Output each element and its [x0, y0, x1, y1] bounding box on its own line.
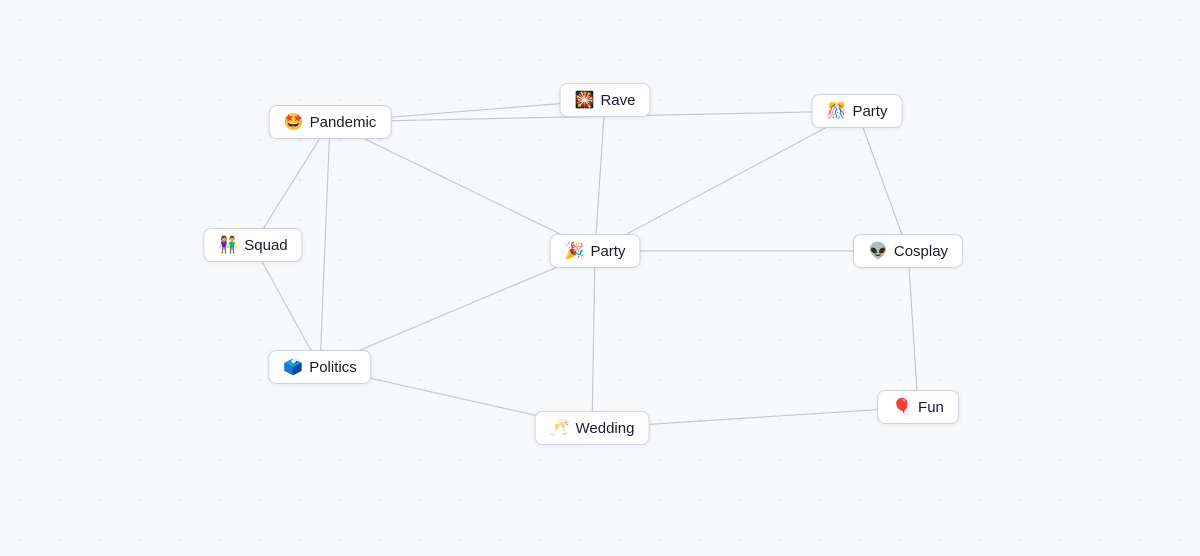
node-emoji-cosplay: 👽	[868, 241, 888, 261]
node-label-pandemic: Pandemic	[310, 114, 377, 131]
node-label-fun: Fun	[918, 399, 944, 416]
node-fun[interactable]: 🎈 Fun	[877, 390, 959, 424]
node-label-cosplay: Cosplay	[894, 243, 948, 260]
node-party-top[interactable]: 🎊 Party	[812, 94, 903, 128]
node-emoji-squad: 👫	[218, 235, 238, 255]
node-emoji-party-center: 🎉	[565, 241, 585, 261]
node-wedding[interactable]: 🥂 Wedding	[535, 411, 650, 445]
node-party-center[interactable]: 🎉 Party	[550, 234, 641, 268]
node-label-party-top: Party	[852, 103, 887, 120]
node-politics[interactable]: 🗳️ Politics	[268, 350, 371, 384]
node-emoji-politics: 🗳️	[283, 357, 303, 377]
node-emoji-rave: 🎇	[575, 90, 595, 110]
node-cosplay[interactable]: 👽 Cosplay	[853, 234, 963, 268]
node-pandemic[interactable]: 🤩 Pandemic	[269, 105, 392, 139]
node-label-squad: Squad	[244, 237, 287, 254]
node-label-politics: Politics	[309, 359, 357, 376]
node-label-rave: Rave	[600, 92, 635, 109]
node-emoji-pandemic: 🤩	[284, 112, 304, 132]
node-emoji-fun: 🎈	[892, 397, 912, 417]
node-emoji-party-top: 🎊	[827, 101, 847, 121]
node-rave[interactable]: 🎇 Rave	[560, 83, 651, 117]
node-emoji-wedding: 🥂	[550, 418, 570, 438]
node-label-party-center: Party	[590, 243, 625, 260]
node-squad[interactable]: 👫 Squad	[203, 228, 302, 262]
node-label-wedding: Wedding	[575, 420, 634, 437]
